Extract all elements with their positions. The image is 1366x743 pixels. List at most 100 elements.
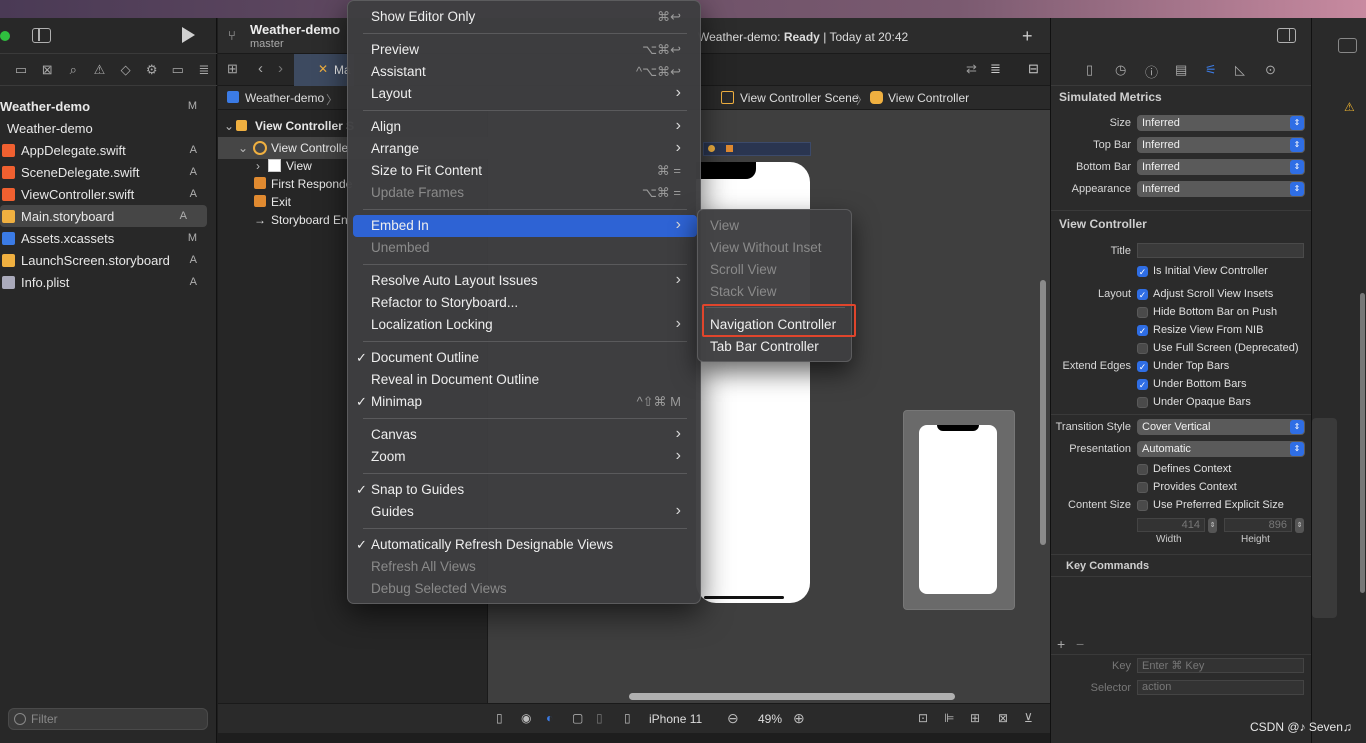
menu-item[interactable]: ✓ Snap to Guides — [353, 479, 697, 501]
presentation-popup[interactable]: Automatic ⇕ — [1137, 441, 1305, 457]
menu-item[interactable]: ✓ Automatically Refresh Designable Views — [353, 534, 697, 556]
metric-popup[interactable]: Inferred ⇕ — [1137, 159, 1305, 175]
history-inspector-icon[interactable]: ◷ — [1115, 62, 1126, 78]
run-button[interactable] — [182, 27, 195, 43]
resolve-issues-icon[interactable]: ⊠ — [998, 711, 1008, 725]
option-checkbox[interactable]: Hide Bottom Bar on Push — [1137, 305, 1277, 319]
menu-item[interactable]: Guides › — [353, 501, 697, 523]
key-field[interactable]: Enter ⌘ Key — [1137, 658, 1304, 673]
debug-icon[interactable]: ⚙ — [139, 62, 165, 78]
width-stepper[interactable]: ⇕ — [1208, 518, 1217, 533]
attributes-inspector-icon[interactable]: ⚟ — [1205, 62, 1217, 78]
metric-popup[interactable]: Inferred ⇕ — [1137, 181, 1305, 197]
selector-field[interactable]: action — [1137, 680, 1304, 695]
menu-item[interactable]: ✓ Minimap ^⇧⌘ M — [353, 391, 697, 413]
option-checkbox[interactable]: ✓ Resize View From NIB — [1137, 323, 1263, 337]
add-editor-icon[interactable]: ⊟ — [1028, 61, 1039, 77]
project-row[interactable]: Weather-demo M — [0, 95, 217, 117]
canvas-scrollbar-horizontal[interactable] — [629, 693, 955, 700]
report-icon[interactable]: ≣ — [191, 62, 217, 78]
menu-item[interactable]: Canvas › — [353, 424, 697, 446]
adjust-editor-icon[interactable]: ≣ — [990, 61, 1001, 77]
menu-item[interactable]: Reveal in Document Outline — [353, 369, 697, 391]
option-checkbox[interactable]: Under Opaque Bars — [1137, 395, 1251, 409]
device-name[interactable]: iPhone 11 — [649, 712, 702, 726]
add-key-command-icon[interactable]: + — [1057, 636, 1065, 652]
navigator-filter-input[interactable]: Filter — [8, 708, 208, 730]
group-row[interactable]: Weather-demo — [0, 117, 217, 139]
accessibility-icon[interactable]: ◉ — [521, 711, 531, 725]
file-row[interactable]: Assets.xcassets M — [0, 227, 217, 249]
title-field[interactable] — [1137, 243, 1304, 258]
breakpoint-icon[interactable]: ▭ — [165, 62, 191, 78]
add-constraints-icon[interactable]: ⊞ — [970, 711, 980, 725]
zoom-in-icon[interactable]: ⊕ — [793, 710, 805, 727]
sidebar-toggle-icon[interactable] — [32, 28, 51, 43]
menu-item[interactable]: Embed In › — [353, 215, 697, 237]
align-icon[interactable]: ⊫ — [944, 711, 954, 725]
folder-icon[interactable]: ▭ — [8, 62, 34, 78]
back-icon[interactable]: ‹ — [258, 60, 263, 77]
option-checkbox[interactable]: ✓ Under Bottom Bars — [1137, 377, 1247, 391]
option-checkbox[interactable]: Use Full Screen (Deprecated) — [1137, 341, 1299, 355]
orientation-icon[interactable]: ▢ — [572, 711, 583, 725]
height-stepper[interactable]: ⇕ — [1295, 518, 1304, 533]
identity-inspector-icon[interactable]: ▤ — [1175, 62, 1187, 78]
warning-icon[interactable]: ⚠ — [86, 62, 112, 78]
search-icon[interactable]: ⌕ — [60, 62, 86, 78]
appearance-icon[interactable]: ◐ — [546, 711, 553, 725]
file-row[interactable]: ViewController.swift A — [0, 183, 217, 205]
is-initial-checkbox[interactable]: ✓ Is Initial View Controller — [1137, 264, 1268, 278]
menu-item[interactable]: Align › — [353, 116, 697, 138]
menu-item[interactable]: Zoom › — [353, 446, 697, 468]
add-icon[interactable]: + — [1022, 26, 1033, 47]
zoom-out-icon[interactable]: ⊖ — [727, 710, 739, 727]
forward-icon[interactable]: › — [278, 60, 283, 77]
help-inspector-icon[interactable]: ⓘ — [1145, 62, 1158, 81]
menu-item[interactable]: Show Editor Only ⌘↩ — [353, 6, 697, 28]
jump-item-scene[interactable]: View Controller Scene — [740, 91, 859, 105]
menu-item[interactable]: ✓ Document Outline — [353, 347, 697, 369]
jump-item-project[interactable]: Weather-demo — [245, 91, 324, 105]
menu-item[interactable]: Refactor to Storyboard... — [353, 292, 697, 314]
height-field[interactable]: 896 — [1224, 518, 1292, 532]
embed-icon[interactable]: ⊻ — [1024, 711, 1033, 725]
menu-item[interactable]: Arrange › — [353, 138, 697, 160]
option-checkbox[interactable]: ✓ Under Top Bars — [1137, 359, 1229, 373]
update-frames-icon[interactable]: ⊡ — [918, 711, 928, 725]
submenu-item[interactable]: Tab Bar Controller — [710, 339, 819, 354]
device-icon[interactable]: ▯ — [624, 711, 631, 725]
transition-style-popup[interactable]: Cover Vertical ⇕ — [1137, 419, 1305, 435]
test-icon[interactable]: ◇ — [113, 62, 139, 78]
connections-inspector-icon[interactable]: ⊙ — [1265, 62, 1276, 78]
file-row[interactable]: AppDelegate.swift A — [0, 139, 217, 161]
window-zoom-button[interactable] — [0, 31, 10, 41]
menu-item[interactable]: Layout › — [353, 83, 697, 105]
file-inspector-icon[interactable]: ▯ — [1086, 62, 1093, 78]
source-control-icon[interactable]: ⊠ — [34, 62, 60, 78]
provides-context-checkbox[interactable]: Provides Context — [1137, 480, 1237, 494]
menu-item[interactable]: Localization Locking › — [353, 314, 697, 336]
metric-popup[interactable]: Inferred ⇕ — [1137, 137, 1305, 153]
swap-icon[interactable]: ⇄ — [966, 61, 977, 77]
remove-key-command-icon[interactable]: − — [1076, 636, 1084, 652]
option-checkbox[interactable]: ✓ Adjust Scroll View Insets — [1137, 287, 1273, 301]
menu-item[interactable]: Assistant ^⌥⌘↩ — [353, 61, 697, 83]
minimap[interactable] — [903, 410, 1015, 610]
width-field[interactable]: 414 — [1137, 518, 1205, 532]
scheme-name[interactable]: Weather-demo — [250, 22, 340, 37]
file-row[interactable]: SceneDelegate.swift A — [0, 161, 217, 183]
metric-popup[interactable]: Inferred ⇕ — [1137, 115, 1305, 131]
file-row[interactable]: Main.storyboard A — [0, 205, 207, 227]
grid-icon[interactable]: ⊞ — [227, 61, 238, 77]
menu-item[interactable]: Resolve Auto Layout Issues › — [353, 270, 697, 292]
menu-item[interactable]: Preview ⌥⌘↩ — [353, 39, 697, 61]
canvas-scrollbar-vertical[interactable] — [1040, 280, 1046, 545]
file-row[interactable]: LaunchScreen.storyboard A — [0, 249, 217, 271]
tab-main-storyboard[interactable]: ✕ Ma — [294, 54, 354, 86]
preferred-size-checkbox[interactable]: Use Preferred Explicit Size — [1137, 498, 1284, 512]
menu-item[interactable]: Size to Fit Content ⌘ = — [353, 160, 697, 182]
defines-context-checkbox[interactable]: Defines Context — [1137, 462, 1231, 476]
size-inspector-icon[interactable]: ◺ — [1235, 62, 1245, 78]
outline-toggle-icon[interactable]: ▯ — [496, 711, 503, 725]
